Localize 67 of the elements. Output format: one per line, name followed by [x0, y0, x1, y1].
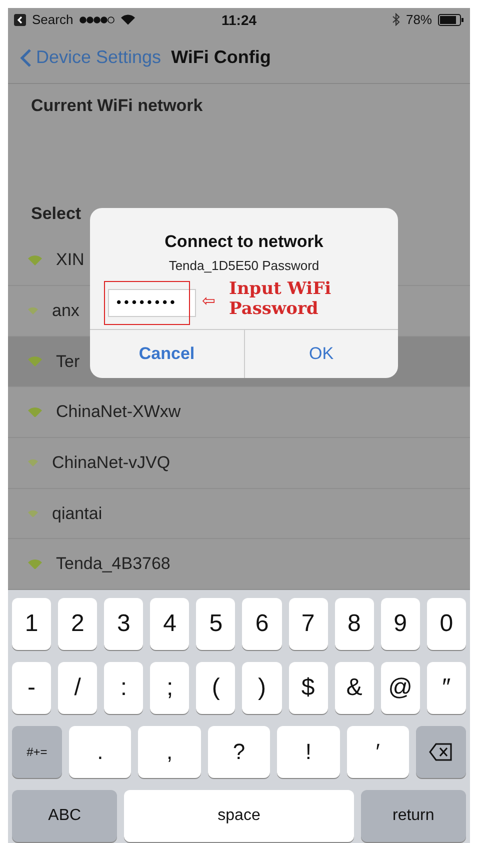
keyboard-key[interactable]: -	[12, 662, 52, 714]
keyboard-key[interactable]: @	[380, 662, 420, 714]
delete-key[interactable]	[416, 726, 466, 778]
network-name: anx	[52, 300, 80, 321]
keyboard-key[interactable]: ,	[138, 726, 201, 778]
keyboard-key[interactable]: 7	[288, 598, 328, 650]
keyboard-key[interactable]: &	[334, 662, 374, 714]
keyboard-key[interactable]: 4	[150, 598, 190, 650]
network-name: XIN	[56, 250, 84, 270]
battery-icon	[438, 14, 464, 26]
keyboard-key[interactable]: 5	[196, 598, 236, 650]
section-header: Current WiFi network	[30, 95, 204, 118]
delete-icon	[429, 743, 454, 761]
wifi-icon	[28, 406, 42, 418]
keyboard-key[interactable]: 1	[12, 598, 52, 650]
network-name: Tenda_4B3768	[56, 554, 170, 574]
keyboard-key[interactable]: 8	[334, 598, 374, 650]
ok-button[interactable]: OK	[244, 330, 398, 378]
space-key[interactable]: space	[124, 790, 354, 842]
wifi-icon	[28, 356, 42, 367]
network-row[interactable]: ChinaNet-vJVQ	[8, 438, 470, 489]
keyboard-key[interactable]: ?	[208, 726, 270, 778]
wifi-icon	[28, 255, 42, 266]
keyboard-key[interactable]: !	[277, 726, 340, 778]
status-back-label[interactable]: Search	[32, 12, 74, 28]
wifi-icon	[121, 14, 136, 26]
wifi-icon	[28, 307, 38, 315]
keyboard-key[interactable]: ′	[346, 726, 410, 778]
password-field[interactable]: ••••••••	[108, 289, 196, 317]
keyboard-key[interactable]: ;	[150, 662, 190, 714]
keyboard-key[interactable]: )	[242, 662, 282, 714]
network-name: Ter	[56, 352, 80, 372]
wifi-icon	[28, 459, 38, 467]
dialog-message: Tenda_1D5E50 Password	[168, 258, 320, 273]
signal-icon	[79, 16, 116, 24]
keyboard-key[interactable]: :	[104, 662, 144, 714]
keyboard-key[interactable]: (	[196, 662, 236, 714]
keyboard-key[interactable]: ABC	[12, 790, 118, 842]
network-name: ChinaNet-vJVQ	[52, 452, 170, 473]
annotation-text: Input WiFi Password	[229, 279, 332, 319]
keyboard-key[interactable]: return	[360, 790, 466, 842]
keyboard-key[interactable]: 6	[242, 598, 282, 650]
network-name: ChinaNet-XWxw	[56, 402, 181, 422]
nav-title: WiFi Config	[171, 47, 271, 68]
network-row[interactable]: ChinaNet-XWxw	[8, 387, 470, 438]
keyboard-key[interactable]: .	[68, 726, 132, 778]
cancel-button[interactable]: Cancel	[90, 330, 244, 378]
section-header: Select	[30, 202, 82, 225]
keyboard-key[interactable]: /	[58, 662, 98, 714]
keyboard-key[interactable]: 2	[58, 598, 98, 650]
keyboard-key[interactable]: 3	[104, 598, 144, 650]
keyboard-key[interactable]: 9	[380, 598, 420, 650]
dialog-title: Connect to network	[164, 232, 324, 252]
status-time: 11:24	[221, 12, 257, 28]
network-row[interactable]: qiantai	[8, 488, 470, 540]
wifi-icon	[28, 558, 42, 570]
wifi-icon	[28, 510, 38, 518]
keyboard-key[interactable]: ″	[426, 662, 466, 714]
annotation-arrow: ⇦	[202, 292, 215, 311]
keyboard-key[interactable]: #+=	[12, 726, 62, 778]
bluetooth-icon	[392, 13, 400, 26]
keyboard-key[interactable]: $	[288, 662, 328, 714]
battery-percent: 78%	[406, 12, 432, 28]
network-name: qiantai	[52, 504, 102, 524]
keyboard-key[interactable]: 0	[426, 598, 466, 650]
back-icon[interactable]	[14, 14, 26, 26]
chevron-left-icon	[20, 48, 32, 68]
